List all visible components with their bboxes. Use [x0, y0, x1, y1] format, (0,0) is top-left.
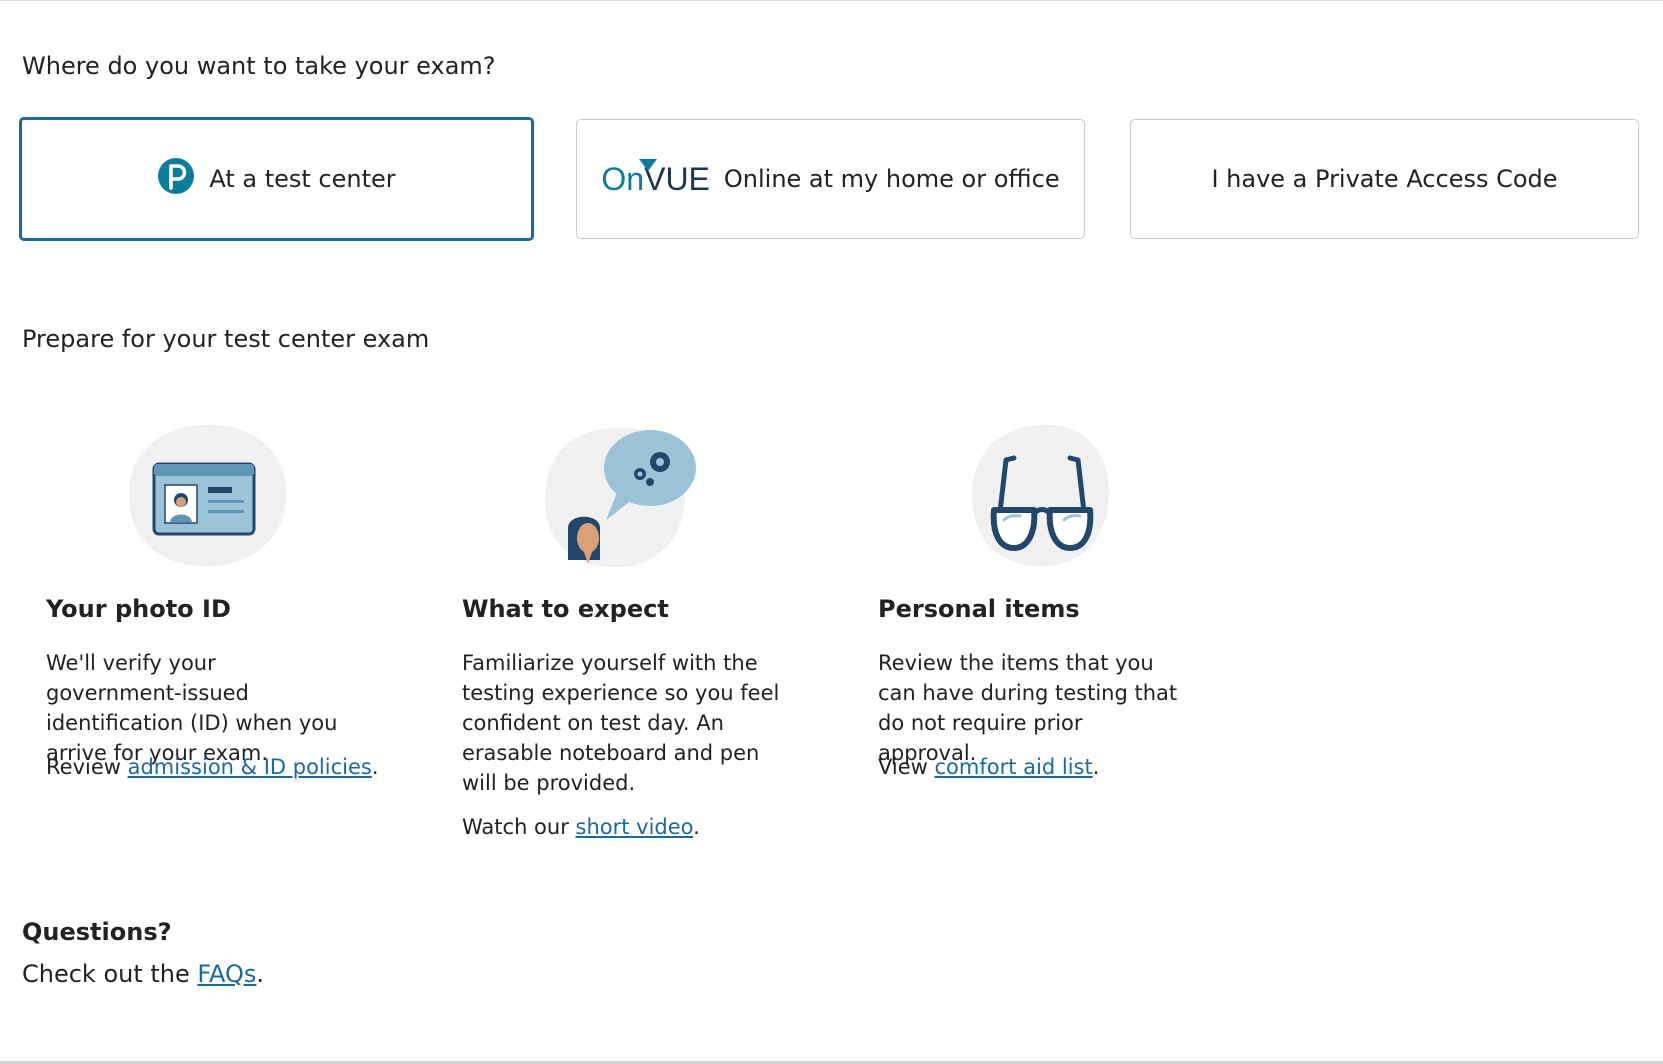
- questions-text: Check out the FAQs.: [22, 960, 264, 988]
- prepare-heading: Prepare for your test center exam: [22, 325, 430, 353]
- card-photo-id-cta-suffix: .: [371, 755, 379, 779]
- card-photo-id-cta-prefix: Review: [46, 755, 128, 779]
- eyeglasses-icon: [966, 420, 1136, 570]
- card-personal-items-title: Personal items: [878, 595, 1080, 623]
- card-photo-id-title: Your photo ID: [46, 595, 231, 623]
- id-card-icon: [124, 420, 294, 570]
- comfort-aid-list-link[interactable]: comfort aid list: [935, 755, 1093, 779]
- card-what-to-expect-cta-prefix: Watch our: [462, 815, 576, 839]
- card-photo-id-cta: Review admission & ID policies.: [46, 755, 379, 779]
- short-video-link[interactable]: short video: [576, 815, 694, 839]
- top-divider: [0, 0, 1663, 1]
- card-what-to-expect-cta: Watch our short video.: [462, 815, 700, 839]
- exam-location-heading: Where do you want to take your exam?: [22, 52, 496, 80]
- card-personal-items-cta-suffix: .: [1092, 755, 1100, 779]
- card-personal-items-cta: View comfort aid list.: [878, 755, 1099, 779]
- option-online-label: Online at my home or office: [723, 165, 1060, 193]
- thinking-person-icon: [540, 420, 710, 570]
- questions-text-suffix: .: [256, 960, 265, 988]
- option-test-center[interactable]: At a test center: [19, 117, 534, 241]
- faqs-link[interactable]: FAQs: [197, 960, 256, 988]
- card-photo-id-description: We'll verify your government-issued iden…: [46, 651, 338, 765]
- option-test-center-label: At a test center: [209, 165, 396, 193]
- card-what-to-expect-cta-suffix: .: [693, 815, 700, 839]
- card-what-to-expect-description: Familiarize yourself with the testing ex…: [462, 651, 780, 795]
- card-what-to-expect-title: What to expect: [462, 595, 669, 623]
- onvue-logo-icon: On VUE: [601, 159, 710, 197]
- onvue-logo-on: On: [601, 161, 645, 197]
- exam-location-options: At a test center On VUE Online at my hom…: [19, 117, 1641, 241]
- pearson-logo-icon: [157, 156, 195, 202]
- questions-text-prefix: Check out the: [22, 960, 198, 988]
- option-online[interactable]: On VUE Online at my home or office: [576, 119, 1085, 239]
- option-private-access-code-label: I have a Private Access Code: [1211, 165, 1558, 193]
- admission-id-policies-link[interactable]: admission & ID policies: [128, 755, 372, 779]
- card-personal-items-description: Review the items that you can have durin…: [878, 651, 1178, 765]
- card-personal-items-cta-prefix: View: [878, 755, 935, 779]
- questions-title: Questions?: [22, 918, 172, 946]
- option-private-access-code[interactable]: I have a Private Access Code: [1130, 119, 1639, 239]
